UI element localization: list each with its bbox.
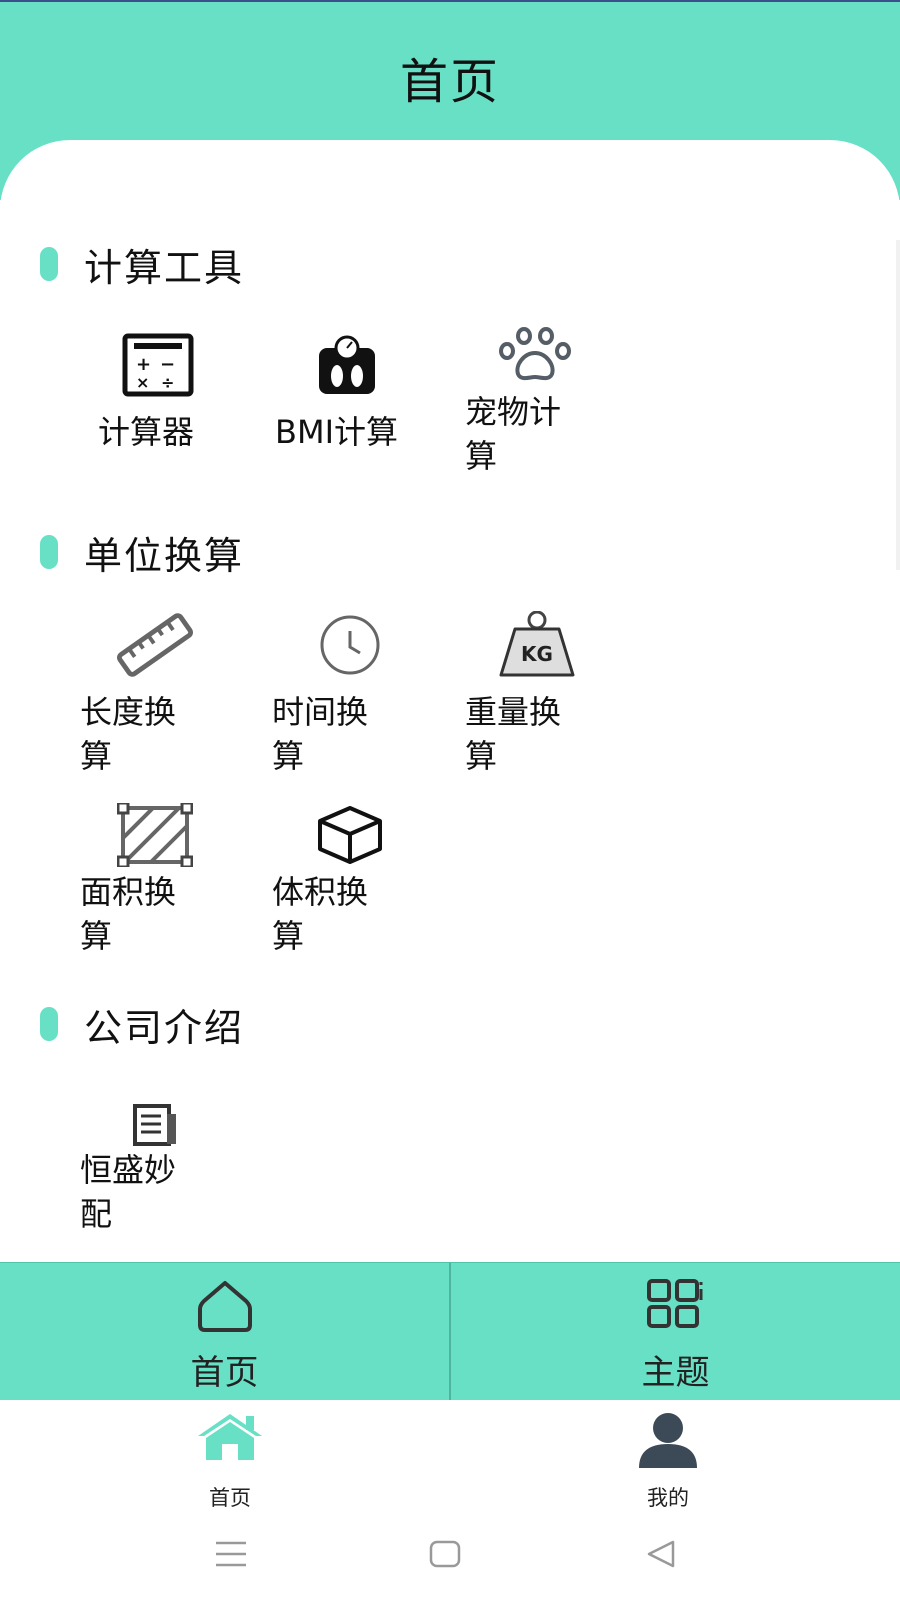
section-units-title: 单位换算 — [40, 530, 244, 578]
svg-text:−: − — [160, 354, 175, 375]
tool-area[interactable]: 面积换算 — [80, 800, 230, 960]
tab-bar: 首页 主题 — [0, 1262, 900, 1401]
svg-text:+: + — [136, 354, 151, 375]
tool-label: 计算器 — [98, 413, 195, 451]
tool-label: 恒盛妙配 — [80, 1151, 177, 1233]
tab-label: 主题 — [641, 1353, 710, 1393]
scrollbar — [896, 240, 900, 570]
svg-text:KG: KG — [521, 642, 553, 666]
section-marker — [40, 1007, 58, 1041]
tool-label: 面积换算 — [80, 873, 177, 955]
cube-icon — [310, 800, 390, 870]
area-icon — [115, 800, 195, 870]
tool-length[interactable]: 长度换算 — [80, 610, 230, 775]
user-icon — [588, 1412, 748, 1470]
tool-label: 时间换算 — [272, 693, 369, 775]
page-title: 首页 — [399, 54, 500, 110]
weight-icon: KG — [497, 610, 577, 680]
tab-label: 首页 — [190, 1353, 259, 1393]
nav-label: 我的 — [647, 1486, 689, 1510]
grid-icon — [451, 1279, 900, 1329]
section-marker — [40, 247, 58, 281]
tool-label: 重量换算 — [465, 693, 562, 775]
paw-icon — [495, 320, 575, 390]
clock-icon — [310, 610, 390, 680]
section-label: 计算工具 — [84, 245, 245, 290]
tool-volume[interactable]: 体积换算 — [272, 800, 422, 960]
tool-pet[interactable]: 宠物计算 — [465, 320, 615, 475]
tool-calculator[interactable]: + − × ÷ 计算器 — [80, 330, 230, 460]
svg-text:÷: ÷ — [161, 373, 174, 392]
tool-company[interactable]: 恒盛妙配 — [80, 1100, 230, 1250]
nav-mine[interactable]: 我的 — [588, 1410, 748, 1510]
tool-bmi[interactable]: BMI计算 — [275, 330, 425, 460]
tool-label: 宠物计算 — [465, 393, 562, 475]
scale-icon — [307, 330, 387, 400]
tool-label: 体积换算 — [272, 873, 369, 955]
home-outline-icon — [0, 1279, 449, 1333]
section-calc-title: 计算工具 — [40, 242, 244, 290]
ruler-icon — [115, 610, 195, 680]
tab-home[interactable]: 首页 — [0, 1263, 449, 1401]
back-triangle-icon[interactable] — [636, 1532, 686, 1576]
tool-label: BMI计算 — [275, 413, 399, 451]
section-label: 单位换算 — [84, 533, 245, 578]
home-icon — [150, 1412, 310, 1462]
section-marker — [40, 535, 58, 569]
document-icon — [115, 1100, 195, 1150]
tool-label: 长度换算 — [80, 693, 177, 775]
bottom-navigation: 首页 我的 — [0, 1400, 900, 1510]
system-navigation-bar — [0, 1510, 900, 1600]
section-label: 公司介绍 — [84, 1005, 245, 1050]
nav-home[interactable]: 首页 — [150, 1410, 310, 1510]
nav-label: 首页 — [209, 1486, 251, 1510]
home-square-icon[interactable] — [420, 1532, 470, 1576]
tool-time[interactable]: 时间换算 — [272, 610, 422, 775]
section-company-title: 公司介绍 — [40, 1002, 244, 1050]
tool-weight[interactable]: KG 重量换算 — [465, 610, 615, 775]
svg-text:×: × — [136, 373, 149, 392]
calculator-icon: + − × ÷ — [118, 330, 198, 400]
menu-icon[interactable] — [206, 1532, 256, 1576]
tab-theme[interactable]: 主题 — [451, 1263, 900, 1401]
